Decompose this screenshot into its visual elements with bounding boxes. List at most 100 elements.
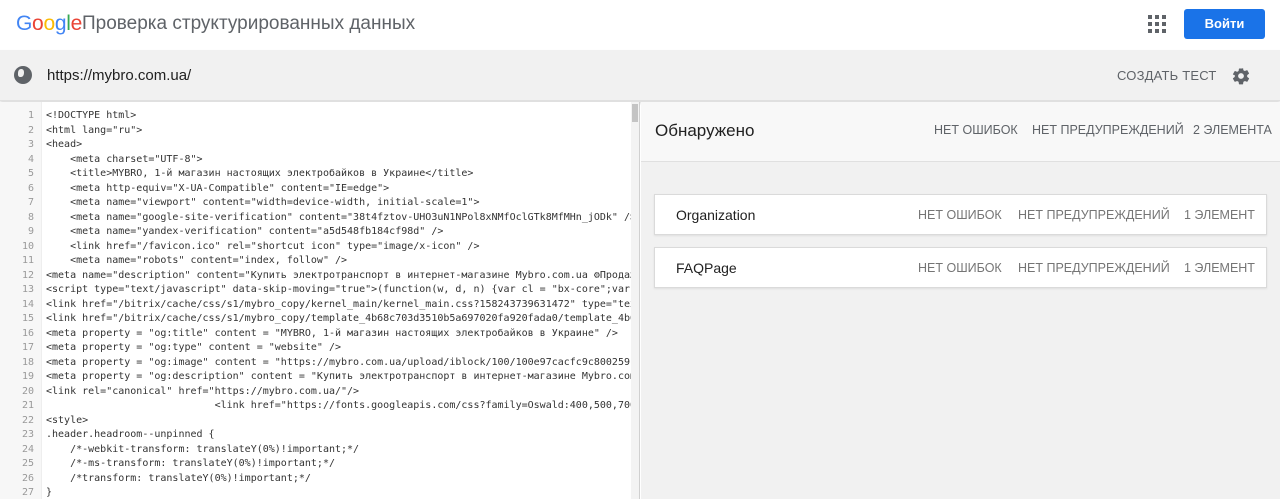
- line-text: <meta charset="UTF-8">: [46, 153, 203, 165]
- code-line: 5 <title>MYBRO, 1-й магазин настоящих эл…: [0, 167, 639, 182]
- code-line: 15 <link href="/bitrix/cache/css/s1/mybro…: [0, 312, 640, 327]
- code-line: 19 <meta property = "og:description" cont…: [0, 370, 640, 385]
- line-number: 20: [21, 385, 34, 397]
- result-item-warnings: НЕТ ПРЕДУПРЕЖДЕНИЙ: [1018, 208, 1170, 222]
- line-number: 14: [21, 298, 34, 310]
- line-text: <title>MYBRO, 1-й магазин настоящих элек…: [46, 168, 474, 179]
- code-line: 14 <link href="/bitrix/cache/css/s1/mybro…: [0, 298, 640, 313]
- line-number: 8: [27, 211, 34, 223]
- line-number: 15: [21, 313, 34, 324]
- result-item-faqpage[interactable]: FAQPage НЕТ ОШИБОК НЕТ ПРЕДУПРЕЖДЕНИЙ 1 …: [654, 247, 1267, 288]
- scroll-thumb[interactable]: [632, 104, 638, 122]
- code-line: 2 <html lang="ru">: [0, 124, 639, 139]
- line-text: <link href="/bitrix/cache/css/s1/mybro_c…: [46, 298, 640, 310]
- top-bar: Google Проверка структурированных данных…: [0, 0, 1280, 50]
- line-text: <meta name="google-site-verification" co…: [46, 211, 637, 223]
- code-line: 20 <link rel="canonical" href="https://my…: [0, 385, 639, 400]
- code-line: 1 <!DOCTYPE html>: [0, 109, 639, 124]
- line-number: 23: [21, 429, 34, 440]
- line-text: <script type="text/javascript" data-skip…: [46, 284, 640, 295]
- line-text: <link rel="canonical" href="https://mybr…: [46, 385, 360, 397]
- code-line: 24 /*-webkit-transform: translateY(0%)!i…: [0, 443, 639, 458]
- line-text: /*-ms-transform: translateY(0%)!importan…: [46, 458, 335, 469]
- code-line: 7 <meta name="viewport" content="width=d…: [0, 196, 639, 211]
- line-number: 17: [21, 342, 34, 353]
- url-input[interactable]: https://mybro.com.ua/: [47, 67, 191, 84]
- code-line: 8 <meta name="google-site-verification" …: [0, 211, 639, 226]
- line-text: <meta property = "og:title" content = "M…: [46, 327, 618, 339]
- results-panel: Обнаружено НЕТ ОШИБОК НЕТ ПРЕДУПРЕЖДЕНИЙ…: [641, 102, 1280, 499]
- result-item-errors: НЕТ ОШИБОК: [918, 208, 1002, 222]
- code-line: 9 <meta name="yandex-verification" conte…: [0, 225, 639, 240]
- result-item-name: Organization: [676, 207, 756, 223]
- create-test-button[interactable]: СОЗДАТЬ ТЕСТ: [1117, 68, 1217, 83]
- result-item-name: FAQPage: [676, 260, 737, 276]
- line-number: 12: [21, 269, 34, 281]
- code-line: 10 <link href="/favicon.ico" rel="shortc…: [0, 240, 639, 255]
- url-bar: https://mybro.com.ua/ СОЗДАТЬ ТЕСТ: [0, 50, 1280, 101]
- line-text: <meta name="robots" content="index, foll…: [46, 255, 348, 266]
- sign-in-button[interactable]: Войти: [1184, 9, 1265, 39]
- line-number: 25: [21, 458, 34, 469]
- line-number: 21: [21, 400, 34, 411]
- line-text: <head>: [46, 139, 83, 150]
- line-number: 11: [21, 255, 34, 266]
- line-text: <link href="/bitrix/cache/css/s1/mybro_c…: [46, 313, 640, 324]
- line-text: <link href="/favicon.ico" rel="shortcut …: [46, 240, 480, 252]
- code-line: 3 <head>: [0, 138, 639, 153]
- line-text: .header.headroom--unpinned {: [46, 429, 215, 440]
- apps-grid-icon[interactable]: [1148, 15, 1168, 35]
- code-line: 27}: [0, 486, 639, 499]
- code-scrollbar[interactable]: [631, 102, 639, 499]
- line-text: <!DOCTYPE html>: [46, 110, 137, 121]
- code-line: 23 .header.headroom--unpinned {: [0, 428, 639, 443]
- line-text: <meta name="yandex-verification" content…: [46, 226, 444, 237]
- line-text: <meta http-equiv="X-UA-Compatible" conte…: [46, 182, 390, 194]
- code-line: 18 <meta property = "og:image" content = …: [0, 356, 640, 371]
- line-number: 5: [27, 168, 34, 179]
- code-line: 25 /*-ms-transform: translateY(0%)!impor…: [0, 457, 639, 472]
- result-item-count: 1 ЭЛЕМЕНТ: [1184, 261, 1255, 275]
- code-line: 21 <link href="https://fonts.googleapis.…: [0, 399, 639, 414]
- line-number: 24: [21, 443, 34, 455]
- code-line: 11 <meta name="robots" content="index, f…: [0, 254, 639, 269]
- code-line: 6 <meta http-equiv="X-UA-Compatible" con…: [0, 182, 639, 197]
- line-number: 26: [21, 472, 34, 484]
- line-number: 13: [21, 284, 34, 295]
- line-text: <meta property = "og:type" content = "we…: [46, 342, 342, 353]
- line-number: 3: [27, 139, 34, 150]
- line-number: 2: [27, 124, 34, 136]
- line-text: <meta property = "og:image" content = "h…: [46, 356, 640, 368]
- result-item-organization[interactable]: Organization НЕТ ОШИБОК НЕТ ПРЕДУПРЕЖДЕН…: [654, 194, 1267, 235]
- line-number: 9: [27, 226, 34, 237]
- code-line: 4 <meta charset="UTF-8">: [0, 153, 639, 168]
- line-text: <style>: [46, 414, 89, 426]
- line-number: 1: [27, 110, 34, 121]
- line-number: 22: [21, 414, 34, 426]
- gear-icon[interactable]: [1231, 66, 1251, 86]
- result-item-warnings: НЕТ ПРЕДУПРЕЖДЕНИЙ: [1018, 261, 1170, 275]
- code-line: 22 <style>: [0, 414, 639, 429]
- line-number: 18: [21, 356, 34, 368]
- code-line: 26 /*transform: translateY(0%)!important…: [0, 472, 639, 487]
- items-count: 2 ЭЛЕМЕНТА: [1193, 123, 1272, 137]
- globe-icon: [14, 66, 32, 84]
- line-number: 19: [21, 371, 34, 382]
- line-text: <meta name="viewport" content="width=dev…: [46, 197, 480, 208]
- line-text: /*transform: translateY(0%)!important;*/: [46, 472, 311, 484]
- result-item-count: 1 ЭЛЕМЕНТ: [1184, 208, 1255, 222]
- line-text: <meta property = "og:description" conten…: [46, 371, 640, 382]
- detected-title: Обнаружено: [655, 121, 755, 140]
- line-text: <html lang="ru">: [46, 124, 143, 136]
- line-number: 6: [27, 182, 34, 194]
- line-number: 4: [27, 153, 34, 165]
- code-line: 16 <meta property = "og:title" content = …: [0, 327, 639, 342]
- result-item-errors: НЕТ ОШИБОК: [918, 261, 1002, 275]
- errors-summary: НЕТ ОШИБОК: [934, 123, 1018, 137]
- code-editor[interactable]: 1 <!DOCTYPE html> 2 <html lang="ru"> 3 <head>…: [0, 102, 640, 499]
- google-logo: Google: [16, 12, 82, 35]
- warnings-summary: НЕТ ПРЕДУПРЕЖДЕНИЙ: [1032, 123, 1184, 137]
- line-number: 27: [21, 487, 34, 498]
- line-text: <meta name="description" content="Купить…: [46, 269, 637, 281]
- line-number: 7: [27, 197, 34, 208]
